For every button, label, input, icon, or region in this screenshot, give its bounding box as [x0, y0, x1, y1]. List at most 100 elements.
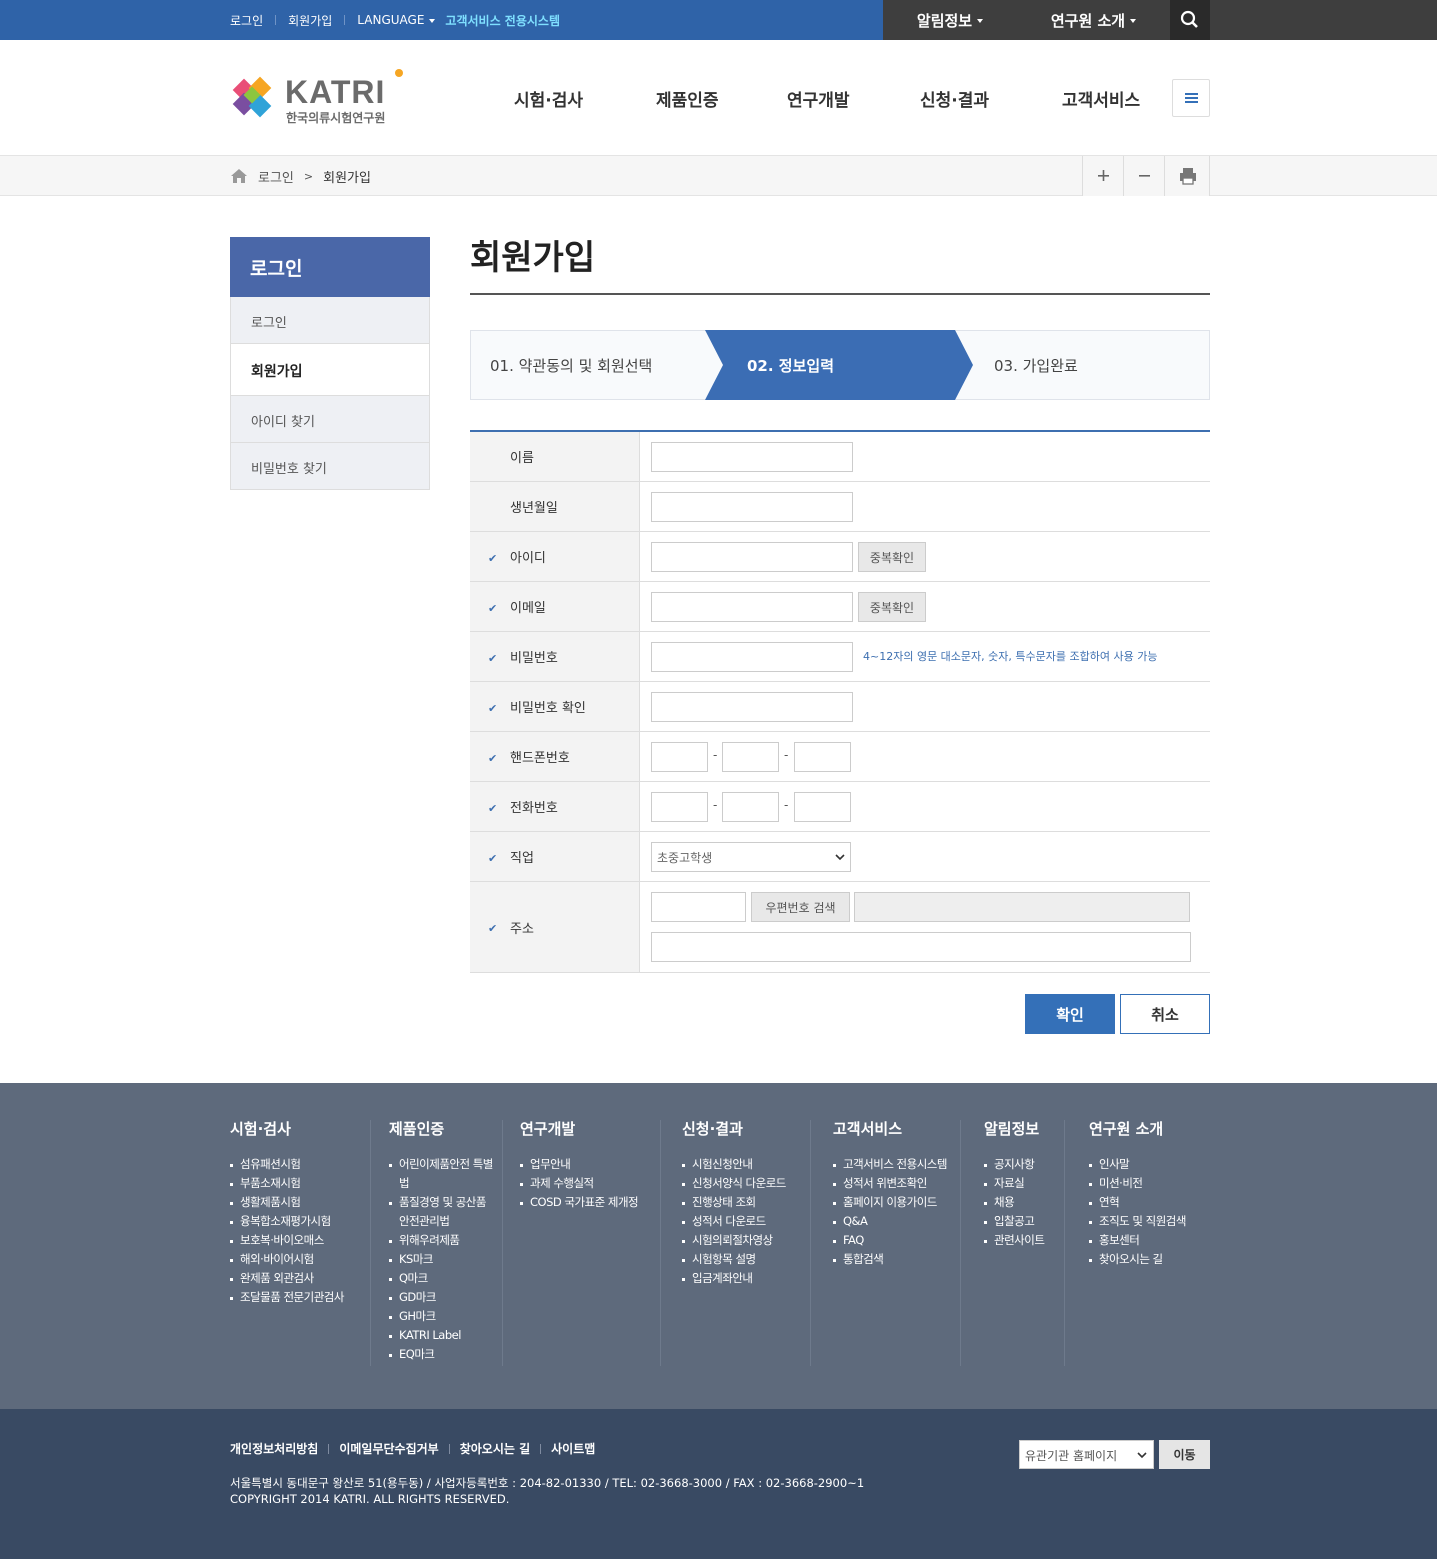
print-icon — [1180, 168, 1196, 185]
confirm-button[interactable]: 확인 — [1025, 994, 1115, 1034]
breadcrumb-login[interactable]: 로그인 — [258, 167, 294, 186]
zipcode-search-button[interactable]: 우편번호 검색 — [751, 892, 850, 922]
gnb-rnd[interactable]: 연구개발 — [787, 86, 850, 111]
mobile-input-3[interactable] — [794, 742, 851, 772]
language-dropdown[interactable]: LANGUAGE — [357, 13, 436, 27]
footer-link[interactable]: 과제 수행실적 — [520, 1174, 655, 1193]
divider — [810, 1120, 811, 1366]
footer-link[interactable]: 완제품 외관검사 — [230, 1269, 365, 1288]
about-dropdown[interactable]: 연구원 소개 — [1051, 10, 1137, 31]
footer-link[interactable]: 홍보센터 — [1089, 1231, 1209, 1250]
print-button[interactable] — [1164, 156, 1210, 196]
footer-link[interactable]: 미션·비전 — [1089, 1174, 1209, 1193]
phone-input-2[interactable] — [722, 792, 779, 822]
footer-link[interactable]: Q&A — [833, 1212, 958, 1231]
footer-link[interactable]: 해외·바이어시험 — [230, 1250, 365, 1269]
gnb-test[interactable]: 시험·검사 — [514, 86, 583, 111]
footer-link[interactable]: 입찰공고 — [984, 1212, 1062, 1231]
footer-link[interactable]: FAQ — [833, 1231, 958, 1250]
footer-link[interactable]: 업무안내 — [520, 1155, 655, 1174]
phone-input-3[interactable] — [794, 792, 851, 822]
search-button[interactable] — [1170, 0, 1210, 40]
footer-link[interactable]: 고객서비스 전용시스템 — [833, 1155, 958, 1174]
side-nav-item-find-password[interactable]: 비밀번호 찾기 — [230, 443, 430, 490]
related-sites-select[interactable]: 유관기관 홈페이지 — [1019, 1440, 1154, 1469]
gnb-cert[interactable]: 제품인증 — [656, 86, 719, 111]
zoom-in-button[interactable] — [1082, 156, 1123, 196]
top-login-link[interactable]: 로그인 — [230, 12, 263, 29]
name-input[interactable] — [651, 442, 853, 472]
footer-link[interactable]: 입금계좌안내 — [682, 1269, 807, 1288]
id-dup-check-button[interactable]: 중복확인 — [858, 542, 926, 572]
footer-link[interactable]: 어린이제품안전 특별법 — [389, 1155, 499, 1193]
footer-link[interactable]: 조직도 및 직원검색 — [1089, 1212, 1209, 1231]
go-button[interactable]: 이동 — [1159, 1440, 1210, 1469]
footer-link[interactable]: 시험의뢰절차영상 — [682, 1231, 807, 1250]
phone-input-1[interactable] — [651, 792, 708, 822]
logo[interactable]: KATRI 한국의류시험연구원 — [230, 68, 410, 128]
email-dup-check-button[interactable]: 중복확인 — [858, 592, 926, 622]
footer-link[interactable]: KS마크 — [389, 1250, 499, 1269]
footer-link[interactable]: EQ마크 — [389, 1345, 499, 1364]
footer-link[interactable]: 통합검색 — [833, 1250, 958, 1269]
side-nav-item-find-id[interactable]: 아이디 찾기 — [230, 396, 430, 443]
all-menu-button[interactable] — [1172, 79, 1210, 117]
footer-link[interactable]: 시험항목 설명 — [682, 1250, 807, 1269]
cancel-button[interactable]: 취소 — [1120, 994, 1210, 1034]
birth-input[interactable] — [651, 492, 853, 522]
customer-system-link[interactable]: 고객서비스 전용시스템 — [445, 12, 560, 29]
footer-link[interactable]: 위해우려제품 — [389, 1231, 499, 1250]
side-nav-item-login[interactable]: 로그인 — [230, 297, 430, 344]
email-input[interactable] — [651, 592, 853, 622]
footer-link[interactable]: 진행상태 조회 — [682, 1193, 807, 1212]
footer-link[interactable]: KATRI Label — [389, 1326, 499, 1345]
footer-link[interactable]: 조달물품 전문기관검사 — [230, 1288, 365, 1307]
address-2-input[interactable] — [651, 932, 1191, 962]
footer-link[interactable]: GD마크 — [389, 1288, 499, 1307]
sitemap-link[interactable]: 사이트맵 — [551, 1440, 595, 1457]
footer-link[interactable]: 신청서양식 다운로드 — [682, 1174, 807, 1193]
privacy-policy-link[interactable]: 개인정보처리방침 — [230, 1440, 318, 1457]
footer-link[interactable]: 융복합소재평가시험 — [230, 1212, 365, 1231]
footer-link[interactable]: 시험신청안내 — [682, 1155, 807, 1174]
zipcode-input[interactable] — [651, 892, 746, 922]
footer-link[interactable]: 섬유패션시험 — [230, 1155, 365, 1174]
footer-link[interactable]: 연혁 — [1089, 1193, 1209, 1212]
footer-link[interactable]: 찾아오시는 길 — [1089, 1250, 1209, 1269]
footer-link[interactable]: Q마크 — [389, 1269, 499, 1288]
footer-link[interactable]: 생활제품시험 — [230, 1193, 365, 1212]
footer-link[interactable]: 품질경영 및 공산품 안전관리법 — [389, 1193, 499, 1231]
mobile-input-2[interactable] — [722, 742, 779, 772]
footer-link[interactable]: 성적서 위변조확인 — [833, 1174, 958, 1193]
footer-link[interactable]: 보호복·바이오매스 — [230, 1231, 365, 1250]
divider — [344, 15, 346, 25]
address-1-input[interactable] — [854, 892, 1190, 922]
footer-link[interactable]: 부품소재시험 — [230, 1174, 365, 1193]
zoom-out-button[interactable] — [1123, 156, 1164, 196]
id-input[interactable] — [651, 542, 853, 572]
home-icon[interactable] — [230, 168, 248, 184]
directions-link[interactable]: 찾아오시는 길 — [460, 1440, 530, 1457]
password-input[interactable] — [651, 642, 853, 672]
footer-col-apply: 신청·결과 시험신청안내 신청서양식 다운로드 진행상태 조회 성적서 다운로드… — [682, 1118, 807, 1288]
footer-link[interactable]: 성적서 다운로드 — [682, 1212, 807, 1231]
email-refusal-link[interactable]: 이메일무단수집거부 — [339, 1440, 438, 1457]
password-confirm-input[interactable] — [651, 692, 853, 722]
footer-link[interactable]: 채용 — [984, 1193, 1062, 1212]
notice-dropdown[interactable]: 알림정보 — [917, 10, 984, 31]
title-divider — [470, 293, 1210, 295]
footer-link[interactable]: 인사말 — [1089, 1155, 1209, 1174]
side-nav-item-join[interactable]: 회원가입 — [230, 344, 430, 396]
footer-link[interactable]: GH마크 — [389, 1307, 499, 1326]
footer-link[interactable]: 공지사항 — [984, 1155, 1062, 1174]
gnb-apply[interactable]: 신청·결과 — [920, 86, 989, 111]
footer-link[interactable]: 자료실 — [984, 1174, 1062, 1193]
footer-link[interactable]: 홈페이지 이용가이드 — [833, 1193, 958, 1212]
footer-link[interactable]: 관련사이트 — [984, 1231, 1062, 1250]
job-select[interactable]: 초중고학생 — [651, 842, 851, 872]
footer-link[interactable]: COSD 국가표준 제개정 — [520, 1193, 655, 1212]
divider — [960, 1120, 961, 1366]
top-join-link[interactable]: 회원가입 — [288, 12, 332, 29]
mobile-input-1[interactable] — [651, 742, 708, 772]
gnb-customer[interactable]: 고객서비스 — [1062, 86, 1140, 111]
